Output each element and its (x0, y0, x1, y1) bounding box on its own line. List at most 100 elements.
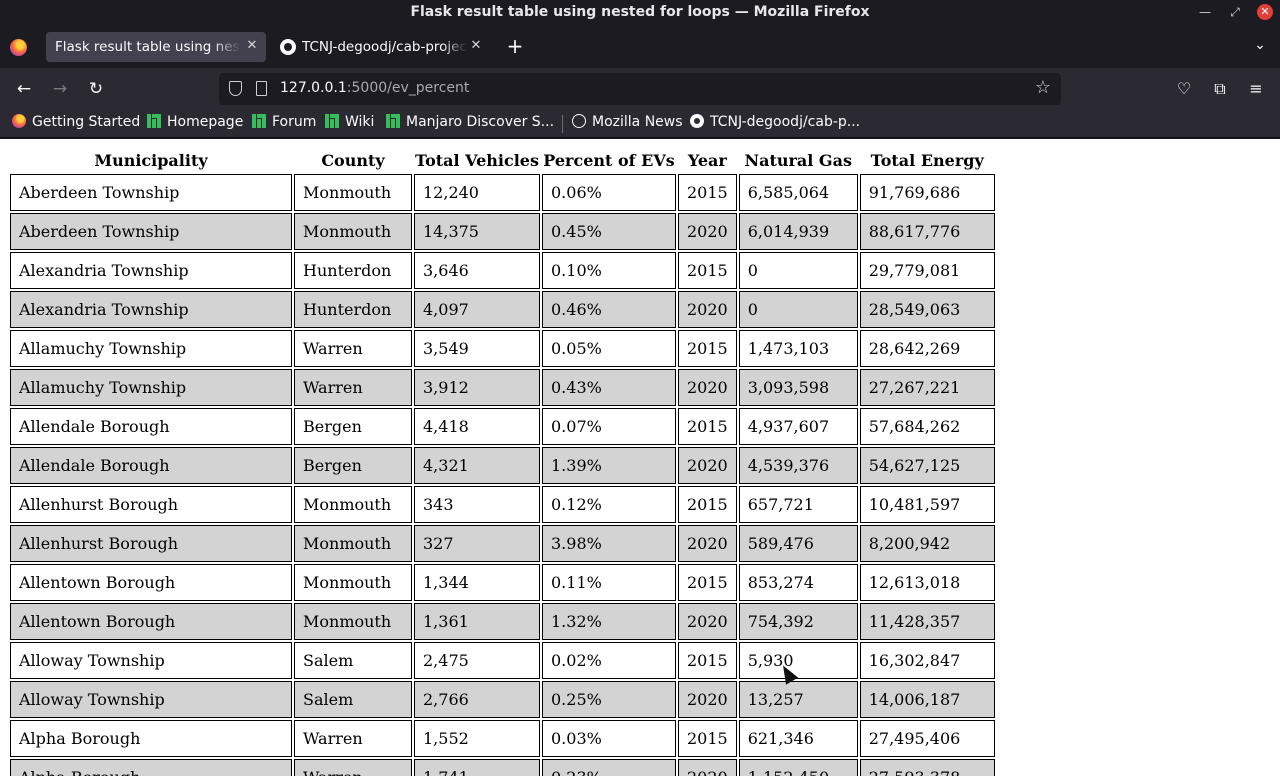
bookmark-mozilla-news[interactable]: Mozilla News (572, 114, 683, 134)
table-row: Aberdeen Township Monmouth 14,375 0.45% 2020… (10, 213, 995, 250)
cell-percent-evs: 0.10% (542, 252, 676, 289)
new-tab-button[interactable]: + (504, 36, 526, 58)
cell-county: Warren (294, 369, 412, 406)
table-row: Allendale Borough Bergen 4,418 0.07% 2015 4,9… (10, 408, 995, 445)
cell-total-vehicles: 3,912 (414, 369, 540, 406)
cell-percent-evs: 1.32% (542, 603, 676, 640)
cell-municipality: Allenhurst Borough (10, 486, 292, 523)
cell-percent-evs: 0.43% (542, 369, 676, 406)
globe-icon (572, 114, 586, 128)
manjaro-icon (252, 114, 266, 128)
tracking-protection-icon[interactable] (229, 81, 242, 96)
cell-total-vehicles: 14,375 (414, 213, 540, 250)
manjaro-icon (147, 114, 161, 128)
table-row: Alpha Borough Warren 1,552 0.03% 2015 621,346… (10, 720, 995, 757)
bookmark-getting-started[interactable]: Getting Started (12, 114, 140, 134)
close-tab-icon[interactable]: ✕ (244, 38, 260, 54)
menu-icon[interactable]: ≡ (1244, 77, 1268, 101)
cell-percent-evs: 0.12% (542, 486, 676, 523)
cell-year: 2015 (678, 408, 737, 445)
cell-natural-gas: 1,152,450 (738, 759, 858, 776)
cell-total-energy: 27,267,221 (859, 369, 995, 406)
bookmark-manjaro-discover[interactable]: Manjaro Discover S... (386, 114, 554, 134)
bookmark-label: Homepage (167, 114, 244, 130)
cell-year: 2020 (678, 525, 737, 562)
cell-natural-gas: 754,392 (738, 603, 858, 640)
tab-flask-result[interactable]: Flask result table using nested for loop… (46, 32, 266, 62)
bookmark-wiki[interactable]: Wiki (325, 114, 374, 134)
cell-year: 2020 (678, 603, 737, 640)
extensions-icon[interactable]: ⧉ (1208, 77, 1232, 101)
url-bar[interactable]: 127.0.0.1:5000/ev_percent ☆ (219, 73, 1061, 105)
table-row: Allentown Borough Monmouth 1,344 0.11% 2015 8… (10, 564, 995, 601)
table-row: Alloway Township Salem 2,475 0.02% 2015 5,930… (10, 642, 995, 679)
bookmark-label: Forum (272, 114, 317, 130)
table-row: Alloway Township Salem 2,766 0.25% 2020 13,25… (10, 681, 995, 718)
bookmark-label: TCNJ-degoodj/cab-p... (710, 114, 861, 130)
cell-natural-gas: 4,937,607 (738, 408, 858, 445)
cell-total-energy: 27,593,378 (859, 759, 995, 776)
cell-total-energy: 11,428,357 (859, 603, 995, 640)
cell-total-vehicles: 4,321 (414, 447, 540, 484)
cell-total-vehicles: 12,240 (414, 174, 540, 211)
close-window-button[interactable]: ✕ (1257, 4, 1273, 20)
close-tab-icon[interactable]: ✕ (468, 38, 484, 54)
cell-year: 2020 (678, 213, 737, 250)
reload-button[interactable]: ↻ (84, 77, 108, 101)
cell-year: 2015 (678, 642, 737, 679)
cell-total-vehicles: 1,344 (414, 564, 540, 601)
cell-natural-gas: 589,476 (738, 525, 858, 562)
page-content: Municipality County Total Vehicles Perce… (0, 139, 1280, 776)
tab-github-project[interactable]: TCNJ-degoodj/cab-project ✕ (272, 32, 490, 62)
bookmark-homepage[interactable]: Homepage (147, 114, 243, 134)
cell-county: Salem (294, 681, 412, 718)
url-path: :5000/ev_percent (346, 80, 470, 96)
cell-county: Warren (294, 720, 412, 757)
bookmark-label: Mozilla News (592, 114, 683, 130)
cell-total-vehicles: 3,549 (414, 330, 540, 367)
cell-municipality: Allentown Borough (10, 564, 292, 601)
cell-county: Bergen (294, 408, 412, 445)
cell-municipality: Allamuchy Township (10, 369, 292, 406)
github-icon (690, 114, 704, 128)
back-button[interactable]: ← (12, 77, 36, 101)
cell-total-vehicles: 1,741 (414, 759, 540, 776)
table-row: Allamuchy Township Warren 3,912 0.43% 2020 3,… (10, 369, 995, 406)
bookmark-tcnj-project[interactable]: TCNJ-degoodj/cab-p... (690, 114, 860, 134)
cell-natural-gas: 1,473,103 (738, 330, 858, 367)
cell-total-vehicles: 343 (414, 486, 540, 523)
cell-municipality: Alexandria Township (10, 291, 292, 328)
pocket-icon[interactable]: ♡ (1172, 77, 1196, 101)
cell-total-energy: 91,769,686 (859, 174, 995, 211)
cell-county: Hunterdon (294, 291, 412, 328)
bookmark-forum[interactable]: Forum (252, 114, 316, 134)
bookmark-label: Getting Started (32, 114, 141, 130)
cell-county: Hunterdon (294, 252, 412, 289)
cell-county: Warren (294, 759, 412, 776)
manjaro-icon (325, 114, 339, 128)
cell-year: 2015 (678, 486, 737, 523)
cell-total-vehicles: 3,646 (414, 252, 540, 289)
cell-year: 2015 (678, 252, 737, 289)
cell-year: 2020 (678, 681, 737, 718)
page-info-icon[interactable] (256, 81, 267, 96)
maximize-button[interactable]: ⤢ (1227, 4, 1243, 20)
minimize-button[interactable]: — (1197, 4, 1213, 20)
cell-year: 2015 (678, 330, 737, 367)
table-row: Aberdeen Township Monmouth 12,240 0.06% 2015… (10, 174, 995, 211)
list-all-tabs-button[interactable]: ⌄ (1250, 37, 1270, 57)
forward-button[interactable]: → (48, 77, 72, 101)
firefox-icon (12, 114, 26, 128)
bookmark-star-icon[interactable]: ☆ (1032, 77, 1054, 99)
cell-natural-gas: 5,930 (738, 642, 858, 679)
firefox-view-icon[interactable] (10, 39, 27, 56)
cell-percent-evs: 0.25% (542, 681, 676, 718)
header-percent-evs: Percent of EVs (543, 151, 675, 170)
cell-county: Monmouth (294, 603, 412, 640)
table-row: Alexandria Township Hunterdon 3,646 0.10% 20… (10, 252, 995, 289)
cell-natural-gas: 4,539,376 (738, 447, 858, 484)
url-text[interactable]: 127.0.0.1:5000/ev_percent (280, 80, 469, 96)
cell-year: 2020 (678, 759, 737, 776)
cell-percent-evs: 0.46% (542, 291, 676, 328)
cell-natural-gas: 657,721 (738, 486, 858, 523)
